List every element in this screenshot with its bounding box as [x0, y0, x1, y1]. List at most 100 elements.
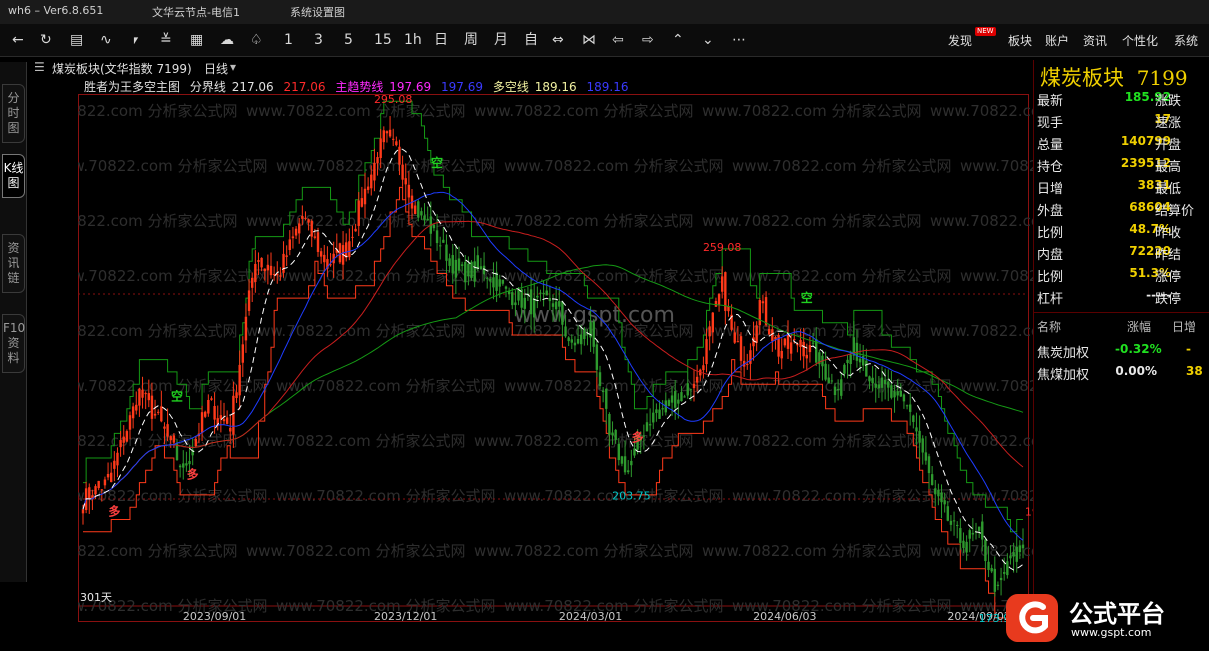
candle-body [81, 509, 85, 514]
app-version: wh6 – Ver6.8.651 [8, 4, 104, 17]
period-button-2[interactable]: 5 [344, 31, 353, 49]
legend-value-divider: 217.06 [231, 80, 274, 94]
instrument-name[interactable]: 煤炭板块(文华指数 7199) [52, 60, 192, 77]
side-tab-1[interactable]: K线图 [2, 154, 25, 198]
candle-body [883, 379, 887, 384]
candle-body [260, 257, 263, 268]
legend-label-longshort: 多空线 [492, 80, 529, 94]
candle-body [113, 460, 116, 469]
sector-change: -0.32% [1115, 342, 1162, 356]
candle-body [614, 429, 617, 440]
candle-body [398, 146, 401, 165]
period-button-6[interactable]: 周 [464, 31, 478, 49]
watermark-text: www.70822.com 分析家公式网 [276, 487, 496, 505]
candle-body [545, 290, 548, 296]
prev-icon[interactable]: ⇦ [612, 31, 624, 49]
period-button-4[interactable]: 1h [404, 31, 422, 49]
candle-body [648, 424, 652, 426]
quote-label: 总量 [1037, 138, 1064, 153]
panel-icon[interactable]: ▦ [190, 31, 203, 49]
zoom-in-icon[interactable]: ⌃ [672, 31, 684, 49]
gspt-logo-icon [1006, 594, 1058, 642]
candle-icon[interactable]: ⎖ [130, 31, 141, 49]
quote-label-2: 结算价 [1155, 204, 1195, 219]
candle-body [880, 377, 884, 388]
candle-body [824, 363, 827, 380]
bell-icon[interactable]: ♤ [250, 31, 263, 49]
watermark-text: www.70822.com 分析家公式网 [474, 212, 694, 230]
watermark-text: www.70822.com 分析家公式网 [702, 432, 922, 450]
sector-name[interactable]: 焦煤加权 [1037, 364, 1089, 383]
period-button-8[interactable]: 自 [524, 31, 538, 49]
title-bar: wh6 – Ver6.8.651 文华云节点-电信1 系统设置图 [0, 0, 1209, 24]
candle-body [366, 186, 370, 190]
period-label[interactable]: 日线 [204, 60, 228, 77]
candle-body [382, 130, 385, 143]
candle-body [558, 301, 561, 307]
menu-3[interactable]: 资讯 [1083, 32, 1107, 49]
menu-2[interactable]: 账户 [1045, 32, 1069, 49]
watermark-text: www.70822.com 分析家公式网 [78, 267, 268, 285]
next-icon[interactable]: ⇨ [642, 31, 654, 49]
side-tab-0[interactable]: 分时图 [2, 84, 25, 143]
menu-1[interactable]: 板块 [1008, 32, 1032, 49]
refresh-icon[interactable]: ↻ [40, 31, 52, 49]
strategy-name[interactable]: 胜者为王多空主图 [84, 80, 180, 94]
side-tab-2[interactable]: 资讯链 [2, 234, 25, 293]
candle-body [567, 337, 570, 342]
side-tab-3[interactable]: F10资料 [2, 314, 25, 373]
candle-body [407, 184, 411, 198]
quote-label-2: 最高 [1155, 160, 1182, 175]
quote-row: 比例 51.3% 涨停 [1037, 266, 1207, 288]
candle-body [583, 328, 586, 340]
line-chart-icon[interactable]: ∿ [100, 31, 112, 49]
period-button-1[interactable]: 3 [314, 31, 323, 49]
list-icon[interactable]: ▤ [70, 31, 83, 49]
candle-body [724, 272, 727, 311]
candle-body [213, 406, 216, 420]
candle-body [977, 526, 981, 531]
cloud-icon[interactable]: ☁ [220, 31, 234, 49]
candle-body [611, 432, 614, 436]
candle-body [479, 266, 483, 270]
menu-4[interactable]: 个性化 [1122, 32, 1158, 49]
watermark-text: www.70822.com 分析家公式网 [246, 102, 466, 120]
candle-body [796, 344, 799, 346]
candle-body [178, 465, 182, 468]
more-icon[interactable]: ⋯ [732, 31, 746, 49]
expand-icon[interactable]: ☰ [34, 60, 45, 74]
quote-row: 日增 3831 最低 [1037, 178, 1207, 200]
watermark-text: www.70822.com 分析家公式网 [930, 102, 1033, 120]
period-button-5[interactable]: 日 [434, 31, 448, 49]
candle-body [827, 377, 830, 384]
left-right-icon[interactable]: ⇔ [552, 31, 564, 49]
candle-body [605, 388, 608, 409]
watermark-text: www.70822.com 分析家公式网 [246, 432, 466, 450]
candle-body [241, 344, 244, 363]
period-button-7[interactable]: 月 [494, 31, 508, 49]
sector-name[interactable]: 焦炭加权 [1037, 342, 1089, 361]
back-arrow-icon[interactable]: ← [12, 31, 24, 49]
candle-body [169, 436, 172, 441]
candle-body [940, 492, 943, 503]
zoom-out-icon[interactable]: ⌄ [702, 31, 714, 49]
chevron-down-icon[interactable]: ▾ [230, 60, 236, 74]
shrink-icon[interactable]: ⋈ [582, 31, 596, 49]
signal-marker: 空 [431, 155, 443, 170]
kline-chart[interactable]: www.70822.com 分析家公式网 www.70822.com 分析家公式网… [78, 94, 1033, 622]
menu-5[interactable]: 系统 [1174, 32, 1198, 49]
candle-body [793, 338, 796, 340]
period-button-0[interactable]: 1 [284, 31, 293, 49]
candle-body [592, 321, 595, 347]
menu-0[interactable]: 发现 [948, 32, 972, 49]
indicator-icon[interactable]: ≚ [160, 31, 172, 49]
signal-marker: 空 [171, 389, 183, 404]
quote-code: 7199 [1136, 66, 1188, 90]
period-button-3[interactable]: 15 [374, 31, 392, 49]
candle-body [323, 254, 326, 263]
candle-body [893, 391, 896, 398]
candle-body [435, 230, 439, 244]
candle-body [351, 236, 354, 238]
candle-body [984, 539, 987, 562]
watermark-text: www.70822.com 分析家公式网 [960, 377, 1033, 395]
